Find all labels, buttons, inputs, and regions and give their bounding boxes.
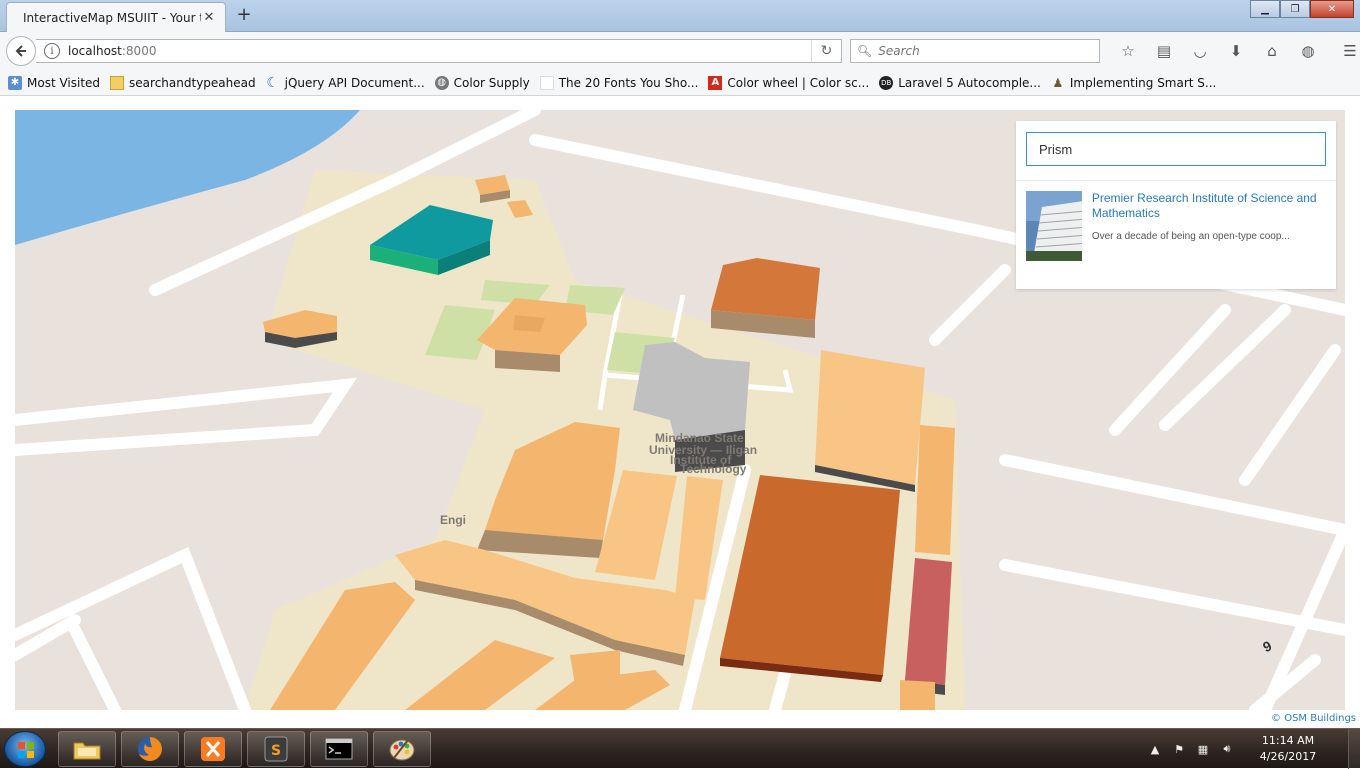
page-icon <box>539 75 554 90</box>
taskbar-paint[interactable] <box>373 731 431 767</box>
bookmark-jquery-api[interactable]: ☾ jQuery API Document... <box>266 74 425 91</box>
browser-search-box[interactable]: 🔍︎ <box>850 39 1100 63</box>
search-result-item[interactable]: Premier Research Institute of Science an… <box>1026 191 1328 263</box>
browser-search-input[interactable] <box>878 44 1079 58</box>
bookmark-label: Implementing Smart S... <box>1069 75 1217 90</box>
building-search-input[interactable] <box>1026 132 1326 166</box>
show-hidden-icons-icon[interactable]: ▲ <box>1146 740 1164 758</box>
result-thumbnail[interactable] <box>1026 191 1082 261</box>
taskbar-firefox[interactable] <box>121 731 179 767</box>
taskbar-command-prompt[interactable] <box>310 731 368 767</box>
engi-label: Engi <box>440 513 466 527</box>
bookmark-color-supply[interactable]: ◍ Color Supply <box>434 75 530 90</box>
bookmark-laravel-autocomplete[interactable]: DB Laravel 5 Autocomple... <box>879 75 1041 90</box>
show-desktop-button[interactable] <box>1348 729 1360 769</box>
building-orange[interactable] <box>711 258 820 320</box>
search-panel: Premier Research Institute of Science an… <box>1016 121 1336 289</box>
volume-icon[interactable]: 🔊︎ <box>1218 740 1236 758</box>
taskbar-xampp[interactable] <box>184 731 242 767</box>
home-icon[interactable]: ⌂ <box>1254 40 1290 62</box>
reload-icon[interactable]: ↻ <box>811 40 841 62</box>
terminal-icon <box>325 738 353 760</box>
new-tab-button[interactable]: + <box>234 6 254 26</box>
laravel-icon: DB <box>879 75 894 90</box>
navigation-toolbar: i localhost:8000 ↻ 🔍︎ ☆ ▤ ◡ ⬇ ⌂ ◍ ☰ <box>0 32 1360 70</box>
back-button[interactable] <box>6 36 36 66</box>
windows-logo-icon <box>18 742 34 758</box>
folder-icon <box>110 75 125 90</box>
globe-icon: ◍ <box>434 75 449 90</box>
folder-icon <box>73 742 101 760</box>
clock-time: 11:14 AM <box>1261 734 1315 747</box>
action-center-flag-icon[interactable]: ⚑ <box>1170 740 1188 758</box>
result-title-link[interactable]: Premier Research Institute of Science an… <box>1092 191 1328 221</box>
building-east-narrow[interactable] <box>915 425 955 555</box>
road-number-label: 9 <box>1260 637 1274 655</box>
close-window-button[interactable]: ✕ <box>1310 0 1354 18</box>
network-icon[interactable]: ▦ <box>1194 740 1212 758</box>
bookmark-label: Most Visited <box>27 75 101 90</box>
bookmark-implementing-smart-search[interactable]: ♟ Implementing Smart S... <box>1051 75 1217 90</box>
url-port: :8000 <box>121 44 157 58</box>
bookmark-20-fonts[interactable]: The 20 Fonts You Sho... <box>539 75 699 90</box>
paint-palette-icon <box>389 739 415 761</box>
most-visited-icon: ✱ <box>8 75 22 90</box>
bookmark-label: Laravel 5 Autocomple... <box>898 75 1041 90</box>
firefox-icon <box>138 737 162 761</box>
bookmark-star-icon[interactable]: ☆ <box>1110 40 1146 62</box>
campus-label-line4: Technology <box>680 462 747 476</box>
sublime-text-icon: S <box>264 736 288 762</box>
bookmarks-toolbar: ✱ Most Visited searchandtypeahead ☾ jQue… <box>0 70 1360 96</box>
pocket-icon[interactable]: ◡ <box>1182 40 1218 62</box>
tab-interactive-map[interactable]: InteractiveMap MSUIIT - Your title ✕ <box>6 2 226 32</box>
xampp-icon <box>201 737 225 761</box>
start-button[interactable] <box>4 731 46 767</box>
bookmark-label: searchandtypeahead <box>129 75 256 90</box>
building-court <box>513 315 545 332</box>
download-icon[interactable]: ⬇ <box>1218 40 1254 62</box>
bookmark-label: The 20 Fonts You Sho... <box>558 75 699 90</box>
taskbar-clock[interactable]: 11:14 AM 4/26/2017 <box>1242 733 1334 765</box>
bookmark-label: Color wheel | Color sc... <box>727 75 870 90</box>
bookmark-most-visited[interactable]: ✱ Most Visited <box>8 75 101 90</box>
windows-taskbar: S ▲ ⚑ ▦ 🔊︎ 11:14 AM 4/26/2017 <box>0 728 1360 769</box>
minimize-button[interactable]: ▁ <box>1250 0 1280 18</box>
taskbar-sublime-text[interactable]: S <box>247 731 305 767</box>
building-east[interactable] <box>815 350 925 485</box>
url-text[interactable]: localhost:8000 <box>68 44 811 58</box>
svg-text:S: S <box>271 743 281 759</box>
browser-titlebar: InteractiveMap MSUIIT - Your title ✕ + ▁… <box>0 0 1360 32</box>
result-description: Over a decade of being an open-type coop… <box>1091 231 1290 242</box>
adobe-icon: A <box>708 75 723 90</box>
result-text: Premier Research Institute of Science an… <box>1092 191 1328 263</box>
url-host: localhost <box>68 44 122 58</box>
back-arrow-icon <box>15 45 26 57</box>
tab-close-icon[interactable]: ✕ <box>201 10 217 26</box>
sync-icon[interactable]: ◍ <box>1290 40 1326 62</box>
clock-date: 4/26/2017 <box>1259 750 1317 763</box>
result-divider <box>1016 180 1336 181</box>
restore-button[interactable]: ❐ <box>1280 0 1310 18</box>
toolbar-icons: ☆ ▤ ◡ ⬇ ⌂ ◍ ☰ <box>1110 40 1360 62</box>
building-southeast[interactable] <box>900 680 935 710</box>
system-tray: ▲ ⚑ ▦ 🔊︎ 11:14 AM 4/26/2017 <box>1146 729 1360 769</box>
info-icon[interactable]: i <box>44 43 60 59</box>
map-attribution-link[interactable]: © OSM Buildings <box>1271 713 1356 724</box>
jquery-icon: ☾ <box>266 74 279 91</box>
bookmark-label: Color Supply <box>453 75 530 90</box>
building-photo-icon <box>1026 191 1082 261</box>
person-icon: ♟ <box>1052 75 1064 90</box>
bookmark-searchandtypeahead[interactable]: searchandtypeahead <box>110 75 256 90</box>
bookmark-label: jQuery API Document... <box>284 75 425 90</box>
window-controls: ▁ ❐ ✕ <box>1250 0 1354 18</box>
reader-list-icon[interactable]: ▤ <box>1146 40 1182 62</box>
taskbar-file-explorer[interactable] <box>58 731 116 767</box>
bookmark-color-wheel[interactable]: A Color wheel | Color sc... <box>708 75 870 90</box>
tab-title: InteractiveMap MSUIIT - Your title <box>23 10 201 25</box>
search-icon: 🔍︎ <box>857 44 873 58</box>
hamburger-menu-icon[interactable]: ☰ <box>1332 40 1360 62</box>
url-bar[interactable]: i localhost:8000 ↻ <box>36 39 842 63</box>
